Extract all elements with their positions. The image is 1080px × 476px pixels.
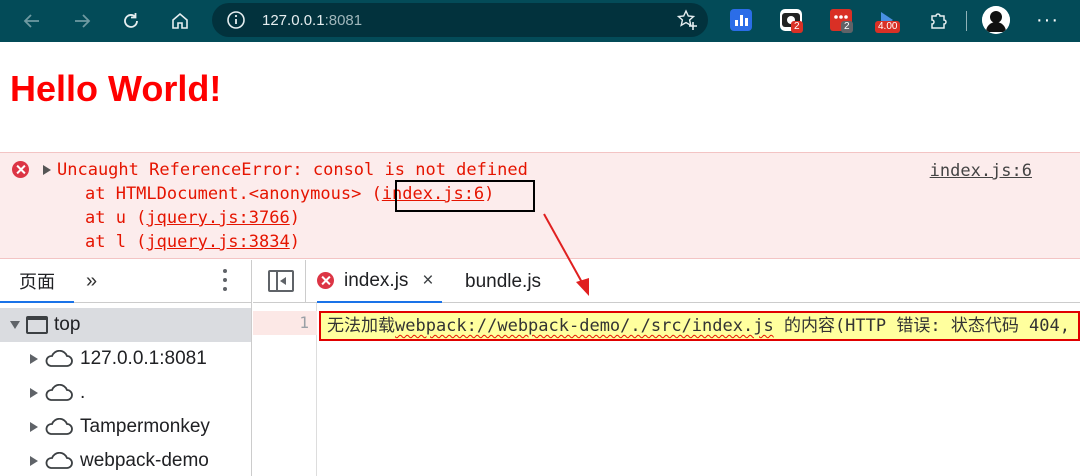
toolbar-separator bbox=[966, 11, 967, 31]
cloud-icon bbox=[45, 384, 73, 401]
tree-item-dot[interactable]: . bbox=[0, 376, 251, 410]
error-source-link[interactable]: index.js:6 bbox=[930, 161, 1032, 181]
sources-navigator: 页面 » top 127.0.0.1:8081 . Tampermonkey w… bbox=[0, 260, 252, 476]
code-url: webpack://webpack-demo/./src/index.js bbox=[395, 316, 774, 336]
back-button[interactable] bbox=[18, 7, 46, 35]
bar-chart-icon bbox=[735, 15, 748, 26]
tree-item-label: webpack-demo bbox=[80, 450, 209, 471]
tree-item-label: . bbox=[80, 382, 86, 403]
stack-link[interactable]: jquery.js:3834 bbox=[146, 232, 289, 252]
tab-divider bbox=[305, 260, 306, 303]
toggle-navigator-icon[interactable] bbox=[268, 270, 294, 292]
forward-button[interactable] bbox=[68, 7, 96, 35]
error-text: Uncaught ReferenceError: consol is not d… bbox=[57, 160, 528, 180]
tab-bundle-js[interactable]: bundle.js bbox=[465, 260, 541, 303]
tree-item-label: Tampermonkey bbox=[80, 416, 210, 437]
address-bar[interactable]: 127.0.0.1:8081 bbox=[212, 3, 708, 37]
dots-badge: 2 bbox=[841, 21, 853, 33]
stats-icon[interactable] bbox=[730, 9, 752, 31]
home-button[interactable] bbox=[166, 7, 194, 35]
record-badge: 2 bbox=[791, 21, 803, 33]
tree-item-tampermonkey[interactable]: Tampermonkey bbox=[0, 410, 251, 444]
forward-arrow-icon bbox=[75, 14, 91, 28]
speed-badge: 4.00 bbox=[875, 21, 901, 33]
profile-avatar[interactable] bbox=[982, 6, 1010, 34]
console-error-message: Uncaught ReferenceError: consol is not d… bbox=[0, 152, 1080, 259]
url-text[interactable]: 127.0.0.1:8081 bbox=[262, 12, 362, 29]
close-icon[interactable]: × bbox=[422, 270, 433, 292]
tree-item-webpack-demo[interactable]: webpack-demo bbox=[0, 444, 251, 476]
tab-index-js[interactable]: index.js × bbox=[317, 260, 442, 303]
line-number[interactable]: 1 bbox=[253, 311, 317, 335]
info-icon[interactable] bbox=[226, 10, 246, 30]
line-number-gutter: 1 bbox=[253, 303, 317, 476]
puzzle-icon[interactable] bbox=[928, 9, 950, 31]
collapse-triangle-icon[interactable] bbox=[30, 456, 38, 466]
extension-speed-icon[interactable]: 4.00 bbox=[875, 9, 901, 33]
bookmark-star-icon[interactable] bbox=[676, 9, 698, 31]
frame-icon bbox=[26, 316, 48, 334]
page-title: Hello World! bbox=[10, 68, 222, 109]
browser-menu-button[interactable]: ··· bbox=[1036, 8, 1059, 32]
collapse-triangle-icon[interactable] bbox=[30, 354, 38, 364]
editor-tabs: index.js × bundle.js bbox=[253, 260, 1080, 303]
annotation-highlight-box bbox=[395, 180, 535, 212]
avatar-icon bbox=[982, 6, 1010, 34]
tree-item-host[interactable]: 127.0.0.1:8081 bbox=[0, 342, 251, 376]
extension-record-icon[interactable]: 2 bbox=[780, 9, 803, 33]
kebab-menu-icon[interactable] bbox=[222, 269, 228, 295]
reload-button[interactable] bbox=[117, 7, 145, 35]
tree-item-label: 127.0.0.1:8081 bbox=[80, 348, 207, 369]
home-icon bbox=[172, 12, 188, 29]
cloud-icon bbox=[45, 452, 73, 469]
sources-editor: index.js × bundle.js 1 无法加载webpack://web… bbox=[253, 260, 1080, 476]
extensions-puzzle-icon bbox=[931, 13, 947, 29]
collapse-triangle-icon[interactable] bbox=[30, 388, 38, 398]
error-icon bbox=[317, 272, 334, 289]
error-icon bbox=[12, 161, 29, 178]
stack-frame: at l (jquery.js:3834) bbox=[85, 232, 300, 252]
tab-label: bundle.js bbox=[465, 270, 542, 292]
tab-label: index.js bbox=[344, 269, 409, 291]
reload-icon bbox=[124, 13, 138, 28]
cloud-icon bbox=[45, 350, 73, 367]
tab-page[interactable]: 页面 bbox=[0, 260, 74, 303]
cloud-icon bbox=[45, 418, 73, 435]
collapse-triangle-icon[interactable] bbox=[30, 422, 38, 432]
back-arrow-icon bbox=[23, 14, 39, 28]
expand-triangle-icon[interactable] bbox=[10, 321, 20, 329]
stack-frame: at u (jquery.js:3766) bbox=[85, 208, 300, 228]
tree-item-top[interactable]: top bbox=[0, 308, 251, 342]
browser-toolbar: 127.0.0.1:8081 2 2 4.00 ··· bbox=[0, 0, 1080, 42]
navigator-tabs: 页面 » bbox=[0, 260, 252, 303]
more-tabs-button[interactable]: » bbox=[86, 269, 97, 293]
extension-dots-icon[interactable]: 2 bbox=[830, 9, 853, 33]
tree-item-label: top bbox=[54, 314, 81, 335]
expand-triangle-icon[interactable] bbox=[43, 165, 51, 175]
code-line-1[interactable]: 无法加载webpack://webpack-demo/./src/index.j… bbox=[319, 311, 1080, 341]
stack-link[interactable]: jquery.js:3766 bbox=[146, 208, 289, 228]
